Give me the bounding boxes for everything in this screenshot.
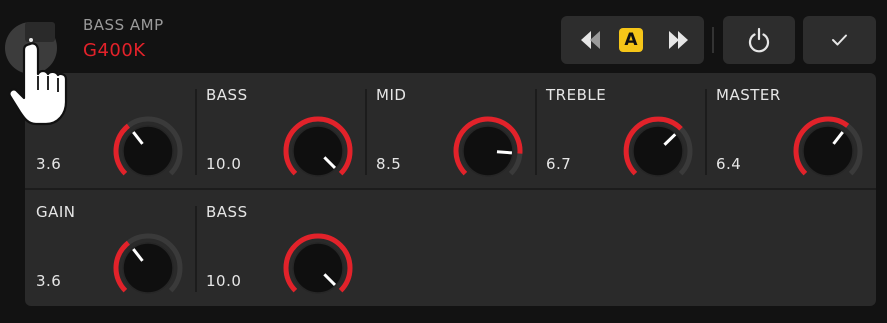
power-icon: [748, 27, 770, 53]
vertical-dots-icon: [29, 38, 33, 42]
knob-label: MASTER: [716, 86, 781, 104]
knob-label: BASS: [206, 86, 248, 104]
knob-panel: 3.6 BASS 10.0 MID 8.5 TREBLE 6.7 MASTER 6.4 GAIN 3…: [25, 73, 876, 306]
knob-cell: MASTER 6.4: [705, 73, 875, 188]
knob-value: 3.6: [36, 155, 62, 173]
knob-indicator: [496, 150, 513, 155]
knob-value: 8.5: [376, 155, 402, 173]
knob-control[interactable]: [112, 115, 184, 187]
knob-label: MID: [376, 86, 407, 104]
knob-cell: TREBLE 6.7: [535, 73, 705, 188]
knob-cell: GAIN 3.6: [25, 190, 195, 305]
cell-divider: [195, 206, 197, 292]
menu-button[interactable]: [5, 22, 57, 74]
knob-body: [122, 242, 174, 294]
knob-control[interactable]: [282, 232, 354, 304]
next-preset-button[interactable]: [657, 16, 701, 64]
knob-value: 10.0: [206, 272, 242, 290]
knob-body: [292, 242, 344, 294]
knob-control[interactable]: [282, 115, 354, 187]
power-button[interactable]: [723, 16, 795, 64]
knob-body: [632, 125, 684, 177]
header: BASS AMP G400K A: [0, 0, 887, 74]
knob-label: TREBLE: [546, 86, 607, 104]
ab-toggle-badge[interactable]: A: [619, 28, 643, 52]
knob-body: [292, 125, 344, 177]
knob-label: GAIN: [36, 203, 76, 221]
knob-control[interactable]: [792, 115, 864, 187]
knob-value: 6.4: [716, 155, 742, 173]
cell-divider: [195, 89, 197, 175]
knob-cell: BASS 10.0: [195, 190, 365, 305]
knob-cell: MID 8.5: [365, 73, 535, 188]
ab-switch-group: A: [561, 16, 704, 64]
knob-cell: 3.6: [25, 73, 195, 188]
knob-body: [122, 125, 174, 177]
knob-control[interactable]: [622, 115, 694, 187]
knob-label: BASS: [206, 203, 248, 221]
cell-divider: [365, 89, 367, 175]
amp-model-name[interactable]: G400K: [83, 40, 146, 61]
prev-preset-button[interactable]: [567, 16, 611, 64]
knob-value: 6.7: [546, 155, 572, 173]
knob-value: 3.6: [36, 272, 62, 290]
rewind-icon: [581, 31, 600, 49]
knob-cell: BASS 10.0: [195, 73, 365, 188]
amp-editor-window: BASS AMP G400K A 3.6 BASS 10.0 MID 8.5 T…: [0, 0, 887, 323]
cell-divider: [705, 89, 707, 175]
vertical-dots-icon: [29, 46, 33, 50]
knob-control[interactable]: [452, 115, 524, 187]
checkmark-icon: [832, 34, 847, 46]
knob-body: [802, 125, 854, 177]
fast-forward-icon: [669, 31, 688, 49]
cell-divider: [535, 89, 537, 175]
knob-control[interactable]: [112, 232, 184, 304]
knob-value: 10.0: [206, 155, 242, 173]
header-divider: [712, 27, 714, 53]
vertical-dots-icon: [29, 54, 33, 58]
amp-type-label: BASS AMP: [83, 16, 164, 34]
confirm-button[interactable]: [803, 16, 876, 64]
